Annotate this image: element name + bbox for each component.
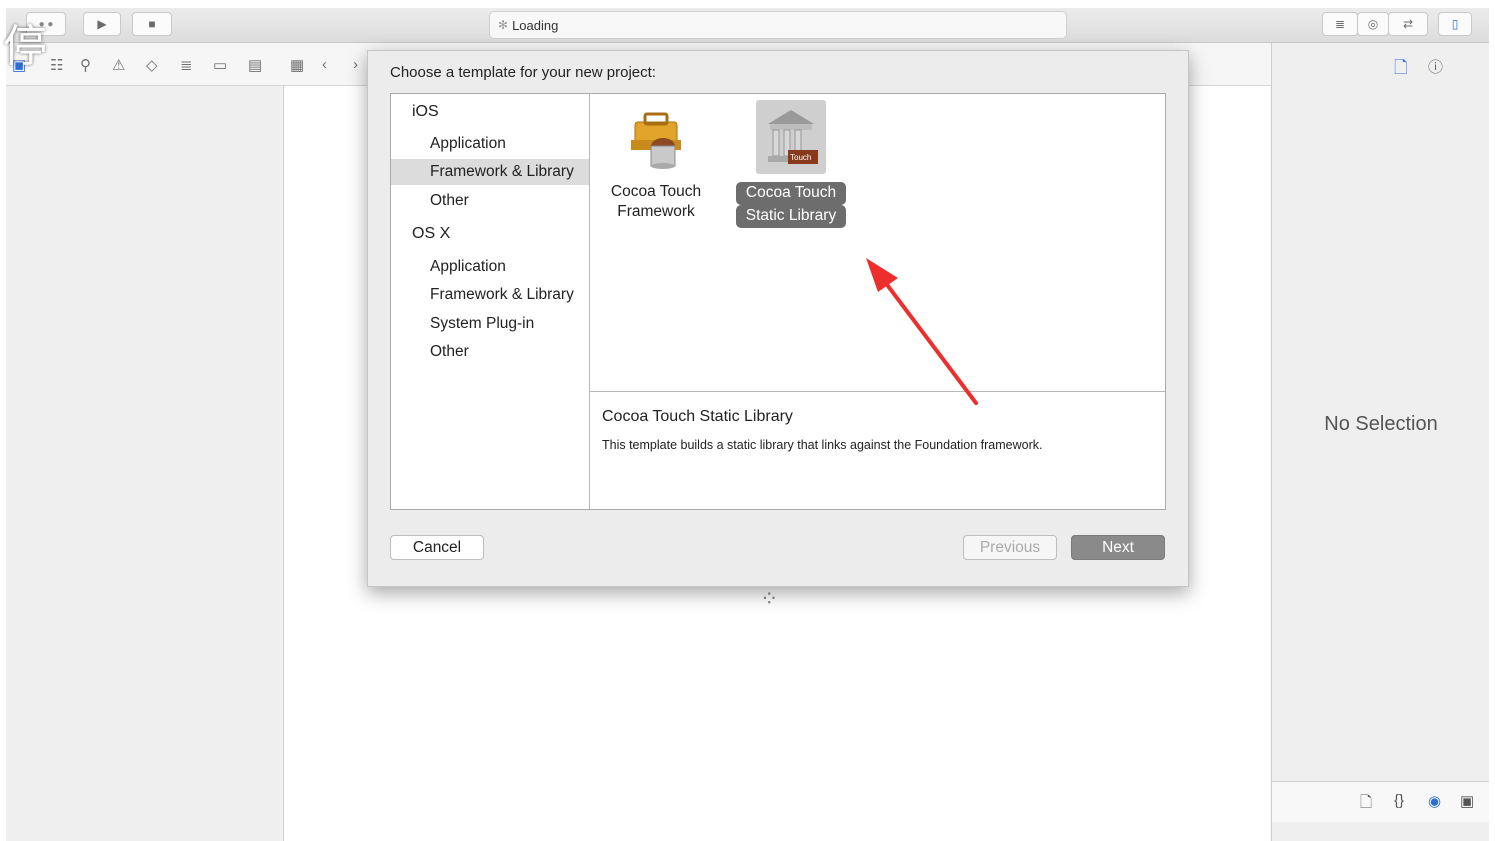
cancel-button[interactable]: Cancel — [390, 535, 484, 560]
template-grid: Cocoa Touch Framework Touch Cocoa Touch … — [590, 94, 1165, 392]
run-button[interactable]: ▶ — [83, 12, 121, 36]
template-label-line2: Framework — [617, 203, 695, 220]
search-icon[interactable]: ⚲ — [80, 56, 91, 74]
toggle-navigator-button[interactable]: ▯ — [1438, 12, 1472, 36]
stop-button[interactable]: ■ — [132, 12, 172, 36]
template-label-line1: Cocoa Touch — [735, 182, 847, 205]
arrows-icon: ⇄ — [1402, 17, 1414, 31]
inspector-pane: 🗋 ⓘ No Selection 🗋 {} ◉ ▣ — [1271, 43, 1489, 841]
version-editor-button[interactable]: ⇄ — [1388, 12, 1428, 36]
template-chooser-sheet: Choose a template for your new project: … — [367, 50, 1189, 587]
back-icon[interactable]: ‹ — [322, 56, 327, 73]
library-bar: 🗋 {} ◉ ▣ — [1272, 781, 1489, 822]
stop-icon: ■ — [148, 17, 156, 31]
navigator-pane — [6, 86, 284, 841]
toolbox-icon — [621, 100, 691, 174]
category-heading-ios: iOS — [412, 103, 439, 120]
forward-icon[interactable]: › — [353, 56, 358, 73]
description-text: This template builds a static library th… — [602, 438, 1043, 452]
description-title: Cocoa Touch Static Library — [602, 408, 793, 425]
debug-icon[interactable]: ≣ — [180, 56, 193, 74]
grid-icon[interactable]: ▦ — [290, 56, 304, 74]
media-library-icon[interactable]: ▣ — [1460, 792, 1474, 810]
previous-button[interactable]: Previous — [963, 535, 1057, 560]
help-icon[interactable]: ⓘ — [1428, 56, 1443, 77]
file-template-icon[interactable]: 🗋 — [1360, 792, 1372, 817]
play-icon: ▶ — [97, 17, 107, 31]
template-label-line1: Cocoa Touch — [610, 183, 702, 200]
code-snippet-icon[interactable]: {} — [1394, 792, 1404, 809]
category-osx-framework-library[interactable]: Framework & Library — [391, 282, 589, 308]
assistant-editor-button[interactable]: ◎ — [1357, 12, 1389, 36]
spinner-icon: ✻ — [498, 18, 509, 32]
category-osx-other[interactable]: Other — [391, 339, 589, 365]
category-ios-other[interactable]: Other — [391, 188, 589, 214]
category-list: iOS Application Framework & Library Othe… — [391, 94, 590, 509]
category-heading-osx: OS X — [412, 225, 451, 242]
toolbar: ● ● ▶ ■ ✻ Loading ≣ ◎ ⇄ ▯ — [6, 8, 1489, 43]
template-cocoa-touch-static-library[interactable]: Touch Cocoa Touch Static Library — [726, 100, 856, 228]
standard-editor-button[interactable]: ≣ — [1322, 12, 1358, 36]
template-description: Cocoa Touch Static Library This template… — [590, 392, 1165, 509]
no-selection-label: No Selection — [1324, 413, 1438, 435]
activity-viewer: ✻ Loading — [489, 11, 1067, 39]
breakpoint-icon[interactable]: ▭ — [213, 56, 227, 74]
panel-icon: ▯ — [1451, 17, 1459, 31]
object-library-icon[interactable]: ◉ — [1428, 792, 1441, 810]
category-ios-application[interactable]: Application — [391, 131, 589, 157]
category-osx-system-plugin[interactable]: System Plug-in — [391, 311, 589, 337]
file-inspector-icon[interactable]: 🗋 — [1394, 55, 1408, 84]
warning-icon[interactable]: ⚠ — [112, 56, 125, 74]
sheet-title: Choose a template for your new project: — [390, 64, 656, 81]
lines-icon: ≣ — [1334, 17, 1346, 31]
template-cocoa-touch-framework[interactable]: Cocoa Touch Framework — [591, 100, 721, 222]
category-osx-application[interactable]: Application — [391, 254, 589, 280]
test-icon[interactable]: ◇ — [146, 56, 158, 74]
activity-text: Loading — [512, 17, 559, 33]
template-box: iOS Application Framework & Library Othe… — [390, 93, 1166, 510]
rings-icon: ◎ — [1367, 17, 1379, 31]
loading-spinner-icon: ⁘ — [760, 586, 779, 611]
report-icon[interactable]: ▤ — [248, 56, 262, 74]
symbol-icon[interactable]: ☷ — [50, 56, 63, 74]
template-label-line2: Static Library — [735, 205, 847, 228]
category-ios-framework-library[interactable]: Framework & Library — [391, 159, 589, 185]
watermark-glyph: 停 — [3, 21, 47, 72]
next-button[interactable]: Next — [1071, 535, 1165, 560]
library-building-icon: Touch — [756, 100, 826, 174]
icon-badge-text: Touch — [790, 153, 811, 162]
